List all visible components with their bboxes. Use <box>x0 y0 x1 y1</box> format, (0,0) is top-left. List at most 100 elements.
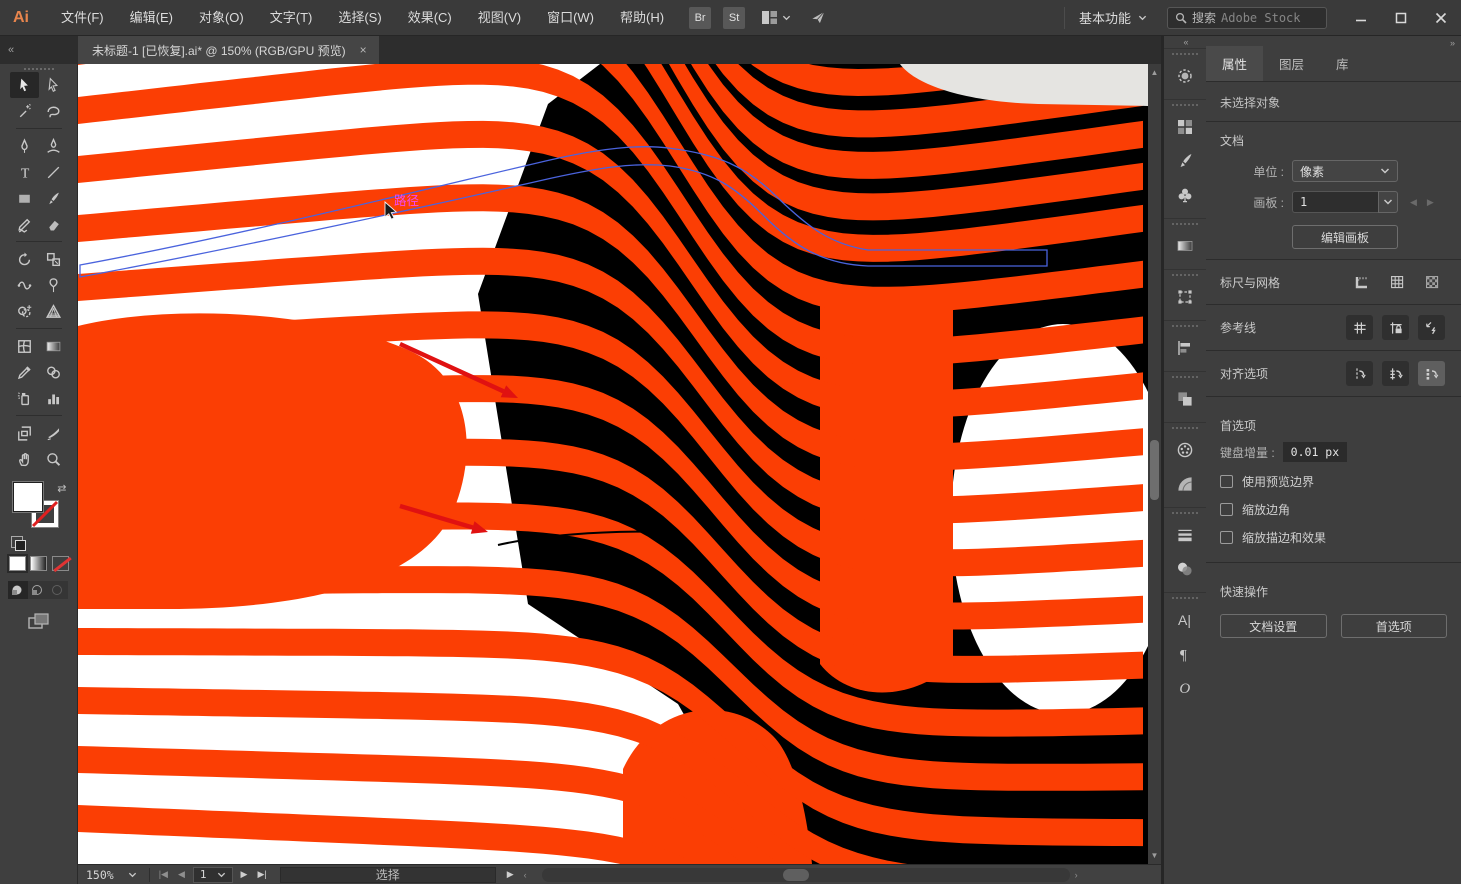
dock-group-grip[interactable] <box>1172 512 1198 514</box>
menu-item-6[interactable]: 视图(V) <box>465 0 534 36</box>
tool-curvature[interactable] <box>39 133 68 159</box>
dock-panel-stroke[interactable] <box>1164 518 1206 552</box>
menu-item-7[interactable]: 窗口(W) <box>534 0 607 36</box>
transparency-grid-button[interactable] <box>1419 270 1445 294</box>
snap-to-grid-button[interactable] <box>1382 361 1409 386</box>
scroll-up-icon[interactable]: ▲ <box>1148 66 1161 79</box>
dock-group-grip[interactable] <box>1172 104 1198 106</box>
horizontal-scrollbar-thumb[interactable] <box>782 868 809 881</box>
dock-panel-transform[interactable] <box>1164 280 1206 314</box>
snap-to-point-button[interactable] <box>1346 361 1373 386</box>
draw-normal-button[interactable] <box>7 581 28 599</box>
tool-gradient[interactable] <box>39 333 68 359</box>
tool-paintbrush[interactable] <box>39 185 68 211</box>
tool-hand[interactable] <box>10 446 39 472</box>
lock-guides-button[interactable] <box>1382 315 1409 340</box>
collapse-panels-icon[interactable]: » <box>1450 38 1455 48</box>
dock-panel-paragraph[interactable]: ¶ <box>1164 637 1206 671</box>
bridge-button[interactable]: Br <box>689 6 712 29</box>
dock-panel-gradient-panel[interactable] <box>1164 229 1206 263</box>
dock-panel-align[interactable] <box>1164 331 1206 365</box>
next-artboard-button[interactable]: ▶ <box>236 869 253 880</box>
none-button[interactable] <box>51 556 69 571</box>
tool-symbol-sprayer[interactable] <box>10 385 39 411</box>
menu-item-0[interactable]: 文件(F) <box>48 0 117 36</box>
default-fill-stroke-icon[interactable] <box>10 536 26 551</box>
dock-panel-appearance[interactable] <box>1164 467 1206 501</box>
tool-line-segment[interactable] <box>39 159 68 185</box>
collapse-tabs-icon[interactable]: « <box>0 36 78 64</box>
menu-item-4[interactable]: 选择(S) <box>325 0 394 36</box>
quick-action-button-0[interactable]: 文档设置 <box>1220 614 1327 638</box>
keyboard-increment-input[interactable]: 0.01 px <box>1282 442 1348 462</box>
show-guides-button[interactable] <box>1346 315 1373 340</box>
menu-item-5[interactable]: 效果(C) <box>395 0 465 36</box>
checkbox[interactable] <box>1220 475 1233 488</box>
panel-tab-图层[interactable]: 图层 <box>1263 46 1320 81</box>
tool-lasso[interactable] <box>39 98 68 124</box>
zoom-level-control[interactable]: 150% <box>78 868 145 882</box>
horizontal-scrollbar[interactable] <box>541 867 1070 882</box>
snap-to-pixel-button[interactable] <box>1418 361 1445 386</box>
tool-type[interactable]: T <box>10 159 39 185</box>
smart-guides-button[interactable] <box>1418 315 1445 340</box>
first-artboard-button[interactable]: |◀ <box>154 869 173 880</box>
tool-scale[interactable] <box>39 246 68 272</box>
dock-group-grip[interactable] <box>1172 223 1198 225</box>
dock-panel-character[interactable]: A| <box>1164 603 1206 637</box>
arrange-documents-button[interactable] <box>761 10 791 25</box>
tool-column-graph[interactable] <box>39 385 68 411</box>
tools-panel-grip[interactable] <box>23 68 54 70</box>
dock-panel-brushes[interactable] <box>1164 144 1206 178</box>
tool-selection[interactable] <box>9 72 39 98</box>
artboard-prev-next-icons[interactable]: ◀▶ <box>1410 197 1444 208</box>
menu-item-1[interactable]: 编辑(E) <box>117 0 186 36</box>
artboard-navigation-field[interactable]: 1 <box>192 866 233 883</box>
dock-panel-transparency[interactable] <box>1164 552 1206 586</box>
tool-slice[interactable] <box>39 420 68 446</box>
dock-panel-pathfinder[interactable] <box>1164 382 1206 416</box>
dock-panel-symbols[interactable] <box>1164 178 1206 212</box>
unit-select[interactable]: 像素 <box>1292 160 1398 182</box>
tool-artboard[interactable] <box>10 420 39 446</box>
screen-mode-button[interactable] <box>27 613 51 631</box>
dock-group-grip[interactable] <box>1172 325 1198 327</box>
tool-rotate[interactable] <box>10 246 39 272</box>
dock-panel-swatches[interactable] <box>1164 110 1206 144</box>
swap-fill-stroke-icon[interactable]: ⇄ <box>57 482 66 495</box>
tool-width-tool[interactable] <box>10 272 39 298</box>
tool-shape-builder[interactable] <box>10 298 39 324</box>
stock-button[interactable]: St <box>723 6 746 29</box>
draw-inside-button[interactable] <box>47 581 68 599</box>
panel-tab-库[interactable]: 库 <box>1320 46 1365 81</box>
menu-item-2[interactable]: 对象(O) <box>186 0 257 36</box>
corner-ruler-button[interactable] <box>1349 270 1375 294</box>
status-play-icon[interactable]: ▶ <box>502 869 519 880</box>
maximize-button[interactable] <box>1381 4 1421 32</box>
tool-perspective-grid[interactable] <box>39 298 68 324</box>
tool-magic-wand[interactable] <box>10 98 39 124</box>
hscroll-left-icon[interactable]: ‹ <box>519 870 532 880</box>
document-tab[interactable]: 未标题-1 [已恢复].ai* @ 150% (RGB/GPU 预览) × <box>78 36 379 64</box>
expand-panels-icon[interactable]: « <box>1164 36 1206 48</box>
tool-blend[interactable] <box>39 359 68 385</box>
tool-eraser[interactable] <box>39 211 68 237</box>
dock-group-grip[interactable] <box>1172 274 1198 276</box>
tool-shaper[interactable] <box>10 211 39 237</box>
hscroll-right-icon[interactable]: › <box>1070 870 1083 880</box>
quick-action-button-1[interactable]: 首选项 <box>1340 614 1447 638</box>
gradient-button[interactable] <box>30 556 47 571</box>
artboard-select-chevron[interactable] <box>1378 191 1398 213</box>
tool-pen[interactable] <box>10 133 39 159</box>
close-button[interactable] <box>1421 4 1461 32</box>
checkbox[interactable] <box>1220 531 1233 544</box>
tool-zoom[interactable] <box>39 446 68 472</box>
previous-artboard-button[interactable]: ◀ <box>173 869 190 880</box>
color-button[interactable] <box>6 554 28 573</box>
scroll-down-icon[interactable]: ▼ <box>1148 849 1161 862</box>
dock-group-grip[interactable] <box>1172 427 1198 429</box>
tool-direct-selection[interactable] <box>39 72 68 98</box>
edit-artboard-button[interactable]: 编辑画板 <box>1292 225 1398 249</box>
share-button[interactable] <box>809 9 827 26</box>
dock-group-grip[interactable] <box>1172 597 1198 599</box>
